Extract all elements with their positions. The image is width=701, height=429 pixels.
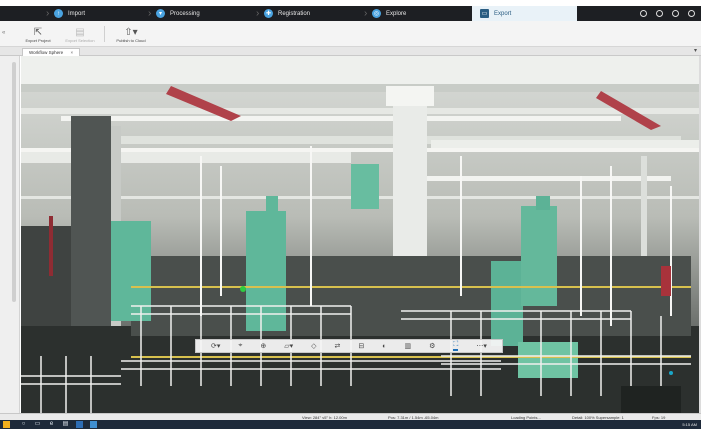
fit-icon[interactable]: ⛶	[453, 341, 459, 351]
workflow-step-explore[interactable]: › ◎ Explore	[364, 6, 472, 21]
chevron-right-icon: ›	[148, 8, 152, 19]
scrollbar-thumb[interactable]	[12, 62, 16, 302]
taskbar-clock: 5:15 AM	[682, 422, 697, 427]
clip-box-icon[interactable]: ▱▾	[284, 342, 293, 350]
app-icon[interactable]	[90, 421, 97, 428]
workflow-step-label: Registration	[278, 10, 311, 17]
orbit-icon[interactable]: ⟳▾	[211, 342, 220, 350]
point-cloud-viewport[interactable]	[21, 56, 699, 413]
cloud-upload-icon: ↑	[54, 9, 63, 18]
window-controls	[640, 10, 701, 17]
telescope-icon: ◎	[372, 9, 381, 18]
help-icon[interactable]	[672, 10, 679, 17]
export-project-icon: ⇱	[33, 27, 43, 38]
settings-icon[interactable]: ⚙	[429, 342, 435, 350]
monitor-export-icon: ▭	[480, 9, 489, 18]
more-icon[interactable]: ⋯▾	[476, 342, 487, 350]
workflow-bar: › ↑ Import › ▾ Processing › ✚ Registrati…	[0, 6, 701, 21]
side-panel-collapsed	[0, 56, 20, 416]
puzzle-icon: ✚	[264, 9, 273, 18]
workflow-step-label: Export	[494, 10, 512, 17]
ribbon-divider	[104, 26, 105, 42]
document-tab[interactable]: Workflow Sphere ×	[22, 48, 81, 56]
workflow-step-export[interactable]: ▭ Export	[472, 6, 577, 21]
cad-icon[interactable]: ⇄	[335, 342, 341, 350]
button-label: Export Project	[25, 38, 51, 43]
measure-icon[interactable]: ⌖	[238, 342, 242, 350]
document-tab-strip: Workflow Sphere × ▾	[0, 47, 701, 56]
limit-box-icon[interactable]: ⊟	[358, 342, 364, 350]
render-icon[interactable]: ▥	[405, 342, 412, 350]
workflow-step-import[interactable]: › ↑ Import	[46, 6, 106, 21]
ribbon-collapse-icon[interactable]: «	[2, 30, 5, 36]
export-selection-button[interactable]: ▤ Export Selection	[62, 22, 98, 46]
folder-icon[interactable]: ▤	[62, 421, 69, 428]
chevron-right-icon: ›	[46, 8, 50, 19]
start-icon[interactable]	[3, 421, 10, 428]
search-icon[interactable]: ○	[20, 421, 27, 428]
os-taskbar: ○ ▭ e ▤ 5:15 AM	[0, 420, 701, 429]
gear-icon[interactable]	[656, 10, 663, 17]
status-bar: View: 284° v5° h: 12.00m Pos: 7.31m / 1.…	[0, 413, 701, 420]
workflow-step-registration[interactable]: › ✚ Registration	[256, 6, 372, 21]
section-icon[interactable]: ◇	[311, 342, 316, 350]
button-label: Publish to Cloud	[116, 38, 146, 43]
task-view-icon[interactable]: ▭	[34, 421, 41, 428]
workflow-step-label: Explore	[386, 10, 407, 17]
button-label: Export Selection	[65, 38, 95, 43]
chevron-right-icon: ›	[256, 8, 260, 19]
app-window: › ↑ Import › ▾ Processing › ✚ Registrati…	[0, 0, 701, 429]
document-tab-label: Workflow Sphere	[29, 50, 64, 55]
view-toolbar: ⟳▾ ⌖ ⊕ ▱▾ ◇ ⇄ ⊟ ◐ ▥ ⚙ ⛶ ⋯▾	[195, 339, 503, 353]
zoom-icon[interactable]: ⊕	[260, 342, 266, 350]
workflow-step-label: Processing	[170, 10, 200, 17]
export-selection-icon: ▤	[75, 27, 85, 38]
export-project-button[interactable]: ⇱ Export Project	[20, 22, 56, 46]
workflow-step-label: Import	[68, 10, 86, 17]
chevron-down-icon[interactable]: ▾	[694, 47, 697, 54]
browser-icon[interactable]: e	[48, 421, 55, 428]
publish-cloud-icon: ⇧▾	[124, 27, 138, 38]
chevron-right-icon: ›	[364, 8, 368, 19]
user-icon[interactable]	[688, 10, 695, 17]
publish-cloud-button[interactable]: ⇧▾ Publish to Cloud	[111, 22, 151, 46]
ribbon-toolbar: « ⇱ Export Project ▤ Export Selection ⇧▾…	[0, 21, 701, 47]
funnel-icon: ▾	[156, 9, 165, 18]
store-icon[interactable]	[76, 421, 83, 428]
mirror-icon[interactable]: ◐	[382, 343, 386, 350]
undo-icon[interactable]	[640, 10, 647, 17]
close-icon[interactable]: ×	[70, 50, 73, 55]
point-cloud-scene	[21, 56, 699, 413]
workflow-step-processing[interactable]: › ▾ Processing	[148, 6, 256, 21]
